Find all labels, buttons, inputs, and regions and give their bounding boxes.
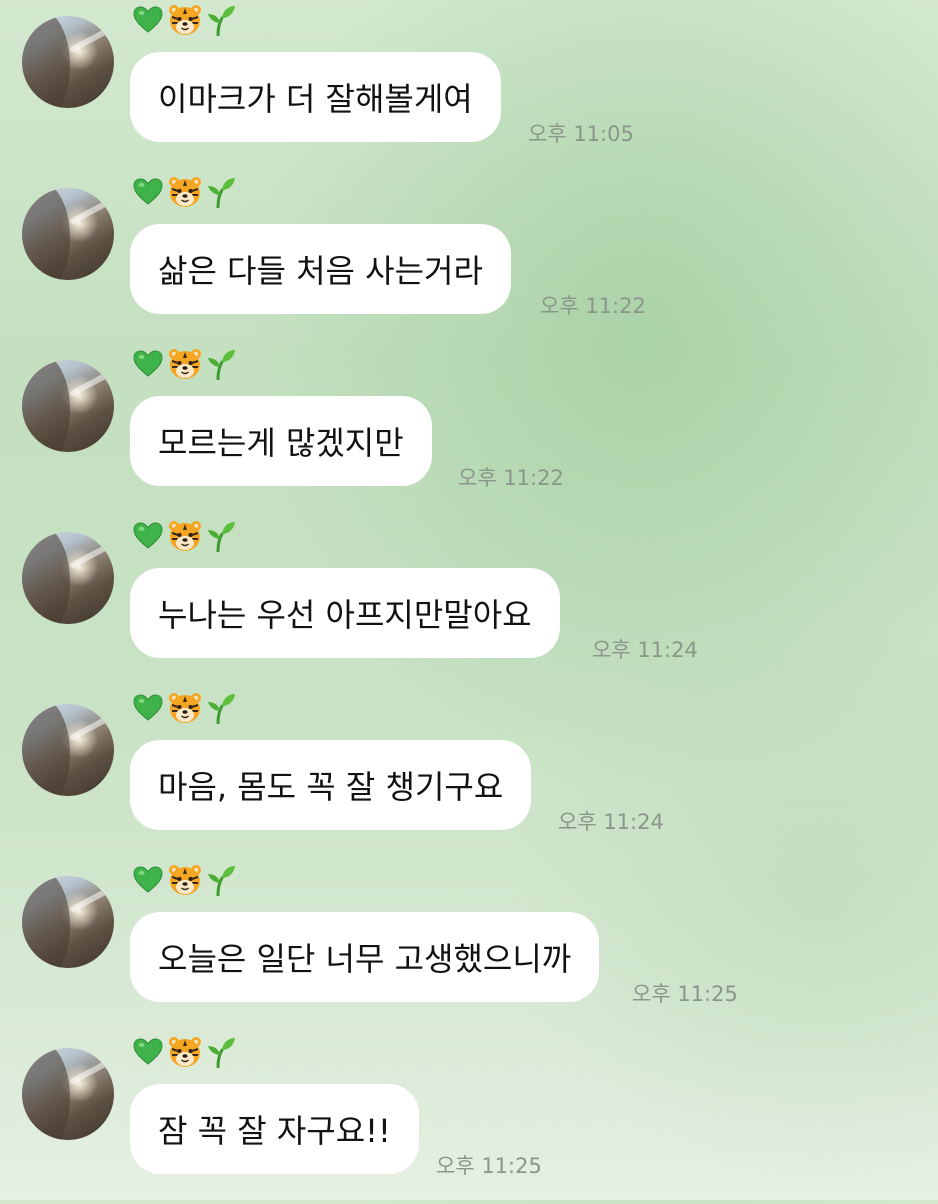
message-text: 오늘은 일단 너무 고생했으니까 <box>158 940 572 978</box>
message-row: 마음, 몸도 꼭 잘 챙기구요 오후 11:24 <box>0 688 938 860</box>
chat-thread: 이마크가 더 잘해볼게여 오후 11:05 삶은 다들 처음 사는거라 오후 1… <box>0 0 938 1200</box>
green-heart-icon <box>132 1036 164 1068</box>
message-row: 이마크가 더 잘해볼게여 오후 11:05 <box>0 0 938 172</box>
message-time: 오후 11:24 <box>592 638 698 662</box>
message-text: 삶은 다들 처음 사는거라 <box>158 252 483 290</box>
sender-name <box>132 0 236 40</box>
sender-name <box>132 1032 236 1072</box>
message-bubble[interactable]: 삶은 다들 처음 사는거라 <box>130 224 511 314</box>
tiger-face-icon <box>168 1036 202 1068</box>
tiger-face-icon <box>168 176 202 208</box>
green-heart-icon <box>132 176 164 208</box>
green-heart-icon <box>132 692 164 724</box>
avatar[interactable] <box>22 1048 114 1140</box>
sender-name <box>132 688 236 728</box>
sender-name <box>132 516 236 556</box>
message-row: 삶은 다들 처음 사는거라 오후 11:22 <box>0 172 938 344</box>
message-time: 오후 11:25 <box>436 1154 542 1178</box>
message-time: 오후 11:25 <box>632 982 738 1006</box>
sender-name <box>132 344 236 384</box>
sender-name <box>132 860 236 900</box>
message-bubble[interactable]: 마음, 몸도 꼭 잘 챙기구요 <box>130 740 532 830</box>
message-text: 모르는게 많겠지만 <box>158 424 404 462</box>
message-bubble[interactable]: 누나는 우선 아프지만말아요 <box>130 568 560 658</box>
avatar[interactable] <box>22 360 114 452</box>
message-text: 이마크가 더 잘해볼게여 <box>158 80 473 118</box>
avatar[interactable] <box>22 876 114 968</box>
green-heart-icon <box>132 864 164 896</box>
green-heart-icon <box>132 4 164 36</box>
message-row: 모르는게 많겠지만 오후 11:22 <box>0 344 938 516</box>
green-heart-icon <box>132 348 164 380</box>
message-time: 오후 11:22 <box>458 466 564 490</box>
message-row: 잠 꼭 잘 자구요!! 오후 11:25 <box>0 1032 938 1204</box>
tiger-face-icon <box>168 348 202 380</box>
seedling-icon <box>206 1036 236 1068</box>
seedling-icon <box>206 520 236 552</box>
seedling-icon <box>206 176 236 208</box>
message-text: 누나는 우선 아프지만말아요 <box>158 596 532 634</box>
seedling-icon <box>206 348 236 380</box>
message-text: 마음, 몸도 꼭 잘 챙기구요 <box>158 768 504 806</box>
tiger-face-icon <box>168 520 202 552</box>
message-bubble[interactable]: 이마크가 더 잘해볼게여 <box>130 52 501 142</box>
message-time: 오후 11:22 <box>540 294 646 318</box>
seedling-icon <box>206 864 236 896</box>
avatar[interactable] <box>22 188 114 280</box>
seedling-icon <box>206 4 236 36</box>
avatar[interactable] <box>22 532 114 624</box>
message-text: 잠 꼭 잘 자구요!! <box>158 1112 391 1150</box>
avatar[interactable] <box>22 16 114 108</box>
tiger-face-icon <box>168 864 202 896</box>
tiger-face-icon <box>168 692 202 724</box>
message-bubble[interactable]: 오늘은 일단 너무 고생했으니까 <box>130 912 600 1002</box>
seedling-icon <box>206 692 236 724</box>
message-bubble[interactable]: 잠 꼭 잘 자구요!! <box>130 1084 419 1174</box>
message-row: 오늘은 일단 너무 고생했으니까 오후 11:25 <box>0 860 938 1032</box>
message-time: 오후 11:24 <box>558 810 664 834</box>
tiger-face-icon <box>168 4 202 36</box>
sender-name <box>132 172 236 212</box>
message-bubble[interactable]: 모르는게 많겠지만 <box>130 396 432 486</box>
green-heart-icon <box>132 520 164 552</box>
message-time: 오후 11:05 <box>528 122 634 146</box>
message-row: 누나는 우선 아프지만말아요 오후 11:24 <box>0 516 938 688</box>
avatar[interactable] <box>22 704 114 796</box>
